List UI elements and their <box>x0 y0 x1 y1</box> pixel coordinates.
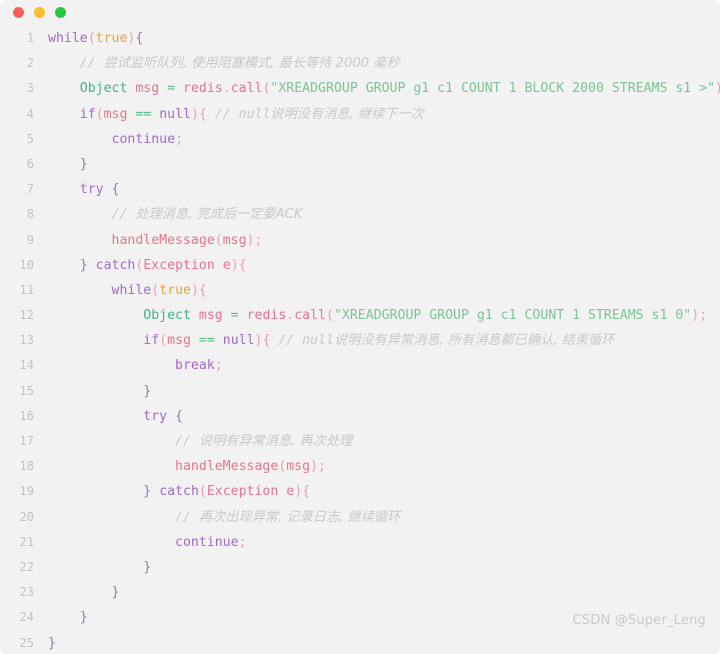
line-number: 9 <box>26 232 34 247</box>
line-content: } <box>143 559 152 575</box>
line-number: 7 <box>26 182 34 197</box>
code-line: 18 handleMessage(msg); <box>0 454 720 479</box>
line-number: 13 <box>19 333 34 348</box>
line-number: 1 <box>26 31 34 45</box>
code-line: 7 try { <box>0 177 720 202</box>
line-content: if(msg == null){ // null说明没有异常消息, 所有消息都已… <box>143 333 615 349</box>
line-content: while(true){ <box>48 31 144 46</box>
line-content: } <box>79 610 88 626</box>
line-content: } <box>79 156 88 172</box>
code-line: 13 if(msg == null){ // null说明没有异常消息, 所有消… <box>0 328 720 353</box>
code-line: 8 // 处理消息, 完成后一定要ACK <box>0 202 720 227</box>
line-number: 25 <box>19 635 34 650</box>
line-content: break; <box>175 358 223 374</box>
line-number: 4 <box>26 106 34 121</box>
line-number: 18 <box>19 459 34 474</box>
line-number: 3 <box>26 81 34 96</box>
line-number: 11 <box>19 282 34 297</box>
code-line: 17 // 说明有异常消息, 再次处理 <box>0 429 720 454</box>
code-editor-area[interactable]: 1 while(true){ 2 // 尝试监听队列, 使用阻塞模式, 最长等待 2… <box>0 25 720 654</box>
code-line: 5 continue; <box>0 127 720 152</box>
line-number: 12 <box>19 308 34 323</box>
line-content: // 说明有异常消息, 再次处理 <box>175 434 353 449</box>
line-number: 19 <box>19 484 34 499</box>
code-line: 6 } <box>0 152 720 177</box>
minimize-window-button[interactable] <box>34 7 45 18</box>
code-line: 9 handleMessage(msg); <box>0 228 720 253</box>
line-content: handleMessage(msg); <box>111 232 263 248</box>
line-content: } catch(Exception e){ <box>79 257 247 273</box>
line-content: try { <box>143 408 184 424</box>
line-content: continue; <box>175 534 247 550</box>
line-number: 20 <box>19 509 34 524</box>
code-line: 20 // 再次出现异常, 记录日志, 继续循环 <box>0 505 720 530</box>
line-number: 22 <box>19 559 34 574</box>
line-number: 14 <box>19 358 34 373</box>
code-line: 12 Object msg = redis.call("XREADGROUP G… <box>0 303 720 328</box>
line-number: 8 <box>26 207 34 222</box>
line-number: 17 <box>19 434 34 448</box>
maximize-window-button[interactable] <box>55 7 66 18</box>
line-content: } <box>111 585 120 601</box>
line-number: 21 <box>19 534 34 549</box>
line-content: handleMessage(msg); <box>175 459 326 475</box>
code-line: 23 } <box>0 580 720 605</box>
line-number: 23 <box>19 585 34 600</box>
line-number: 15 <box>19 383 34 398</box>
line-number: 5 <box>26 131 34 146</box>
line-content: try { <box>79 182 120 198</box>
line-content: Object msg = redis.call("XREADGROUP GROU… <box>79 81 720 97</box>
line-content: } catch(Exception e){ <box>143 484 311 500</box>
window-titlebar <box>0 0 720 25</box>
line-number: 24 <box>19 610 34 625</box>
code-line: 10 } catch(Exception e){ <box>0 253 720 278</box>
line-content: // 尝试监听队列, 使用阻塞模式, 最长等待 2000 毫秒 <box>79 56 400 72</box>
line-content: while(true){ <box>111 282 207 298</box>
line-content: continue; <box>111 131 184 147</box>
line-content: // 再次出现异常, 记录日志, 继续循环 <box>175 509 401 525</box>
line-number: 6 <box>26 156 34 171</box>
code-line: 14 break; <box>0 353 720 378</box>
line-content: } <box>143 383 152 399</box>
code-line: 1 while(true){ <box>0 26 720 51</box>
line-content: // 处理消息, 完成后一定要ACK <box>111 207 303 223</box>
line-content: if(msg == null){ // null说明没有消息, 继续下一次 <box>79 106 424 122</box>
code-line: 4 if(msg == null){ // null说明没有消息, 继续下一次 <box>0 102 720 127</box>
code-line: 22 } <box>0 555 720 580</box>
code-line: 16 try { <box>0 404 720 429</box>
line-number: 2 <box>26 56 34 71</box>
code-line: 19 } catch(Exception e){ <box>0 479 720 504</box>
line-content: } <box>48 635 56 651</box>
code-line: 2 // 尝试监听队列, 使用阻塞模式, 最长等待 2000 毫秒 <box>0 51 720 76</box>
close-window-button[interactable] <box>13 7 24 18</box>
code-line: 21 continue; <box>0 530 720 555</box>
line-content: Object msg = redis.call("XREADGROUP GROU… <box>143 308 708 324</box>
code-line: 3 Object msg = redis.call("XREADGROUP GR… <box>0 76 720 101</box>
code-line: 25} <box>0 631 720 654</box>
code-snippet-window: 1 while(true){ 2 // 尝试监听队列, 使用阻塞模式, 最长等待 2… <box>0 0 720 654</box>
line-number: 10 <box>19 257 34 272</box>
watermark-label: CSDN @Super_Leng <box>572 613 706 628</box>
code-line: 15 } <box>0 379 720 404</box>
code-line: 11 while(true){ <box>0 278 720 303</box>
line-number: 16 <box>19 408 34 423</box>
